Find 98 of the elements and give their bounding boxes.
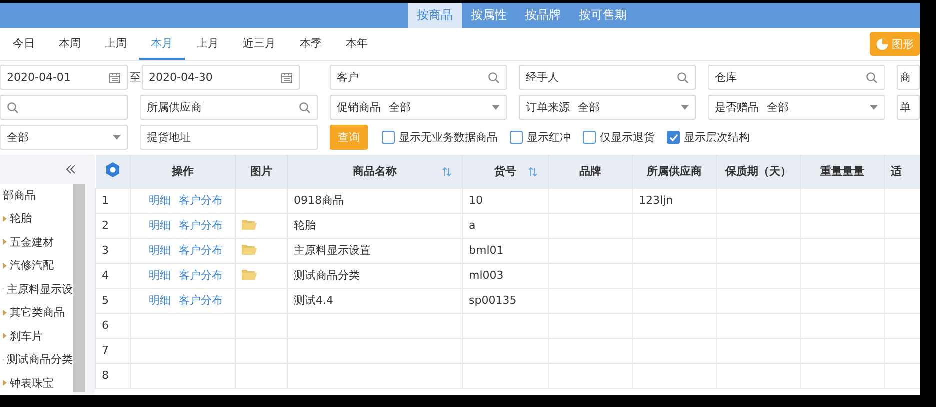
table-cell: 123ljn bbox=[632, 188, 716, 213]
action-link[interactable]: 明细 bbox=[149, 294, 171, 307]
period-tab[interactable]: 今日 bbox=[1, 28, 47, 60]
search-icon bbox=[866, 72, 878, 84]
column-header[interactable]: 适 bbox=[884, 155, 920, 188]
checkbox[interactable]: 仅显示退货 bbox=[583, 130, 655, 145]
column-header[interactable]: 货号 bbox=[462, 155, 548, 188]
tree-item[interactable]: 钟表珠宝 bbox=[10, 376, 54, 391]
checkbox[interactable]: 显示无业务数据商品 bbox=[382, 130, 498, 145]
row-number: 1 bbox=[96, 188, 130, 213]
dropdown-caret-icon bbox=[870, 105, 878, 110]
table-cell: 10 bbox=[462, 188, 548, 213]
table-cell: 测试4.4 bbox=[288, 288, 462, 313]
action-link[interactable]: 客户分布 bbox=[179, 194, 223, 207]
search-icon bbox=[7, 102, 19, 114]
row-number: 2 bbox=[96, 213, 130, 238]
sort-icon[interactable] bbox=[528, 167, 538, 177]
column-header[interactable]: 图片 bbox=[236, 155, 288, 188]
column-header[interactable]: 品牌 bbox=[548, 155, 632, 188]
checkbox-box[interactable] bbox=[382, 131, 395, 144]
pie-chart-icon bbox=[876, 38, 889, 50]
select-field[interactable]: 全部 bbox=[0, 125, 128, 150]
search-field[interactable]: 仓库 bbox=[708, 65, 885, 90]
select-field[interactable]: 是否赠品 全部 bbox=[708, 95, 885, 120]
range-separator: 至 bbox=[130, 70, 140, 85]
row-number: 8 bbox=[96, 363, 130, 388]
table-cell: 主原料显示设置 bbox=[288, 238, 462, 263]
action-link[interactable]: 明细 bbox=[149, 269, 171, 282]
action-link[interactable]: 明细 bbox=[149, 244, 171, 257]
search-icon bbox=[488, 72, 500, 84]
folder-icon bbox=[242, 218, 257, 230]
input-field[interactable]: 商 bbox=[897, 65, 920, 90]
column-header[interactable]: 所属供应商 bbox=[632, 155, 716, 188]
sort-icon[interactable] bbox=[442, 167, 452, 177]
folder-icon bbox=[242, 268, 257, 280]
settings-icon[interactable] bbox=[104, 162, 121, 178]
tree-item[interactable]: 刹车片 bbox=[10, 328, 43, 344]
table-cell: 0918商品 bbox=[288, 188, 462, 213]
checkbox[interactable]: 显示红冲 bbox=[510, 130, 571, 145]
tree-item[interactable]: 主原料显示设 bbox=[7, 282, 73, 297]
period-tab[interactable]: 本周 bbox=[47, 28, 93, 60]
table-cell: sp00135 bbox=[462, 288, 548, 313]
column-header[interactable]: 商品名称 bbox=[288, 155, 462, 188]
date-field[interactable]: 2020-04-30 bbox=[142, 65, 300, 90]
row-number: 5 bbox=[96, 288, 130, 313]
table-cell: 轮胎 bbox=[288, 213, 462, 238]
search-field[interactable]: 经手人 bbox=[519, 65, 696, 90]
table-cell: bml01 bbox=[462, 238, 548, 263]
search-field[interactable]: 所属供应商 bbox=[140, 95, 318, 120]
select-field[interactable]: 订单来源 全部 bbox=[519, 95, 696, 120]
checkbox-box[interactable] bbox=[583, 131, 596, 144]
dropdown-caret-icon bbox=[681, 105, 689, 110]
search-icon bbox=[677, 72, 689, 84]
row-number: 6 bbox=[96, 313, 130, 338]
tree-item[interactable]: 轮胎 bbox=[10, 211, 32, 226]
dropdown-caret-icon bbox=[113, 135, 121, 140]
search-field[interactable] bbox=[0, 95, 128, 120]
calendar-icon bbox=[109, 72, 121, 84]
checkbox-box[interactable] bbox=[667, 131, 680, 144]
column-header[interactable]: 保质期（天） bbox=[716, 155, 800, 188]
action-link[interactable]: 客户分布 bbox=[179, 269, 223, 282]
period-tab[interactable]: 本季 bbox=[288, 28, 334, 60]
tree-item[interactable]: 部商品 bbox=[0, 184, 36, 207]
tree-item[interactable]: 测试商品分类 bbox=[7, 352, 73, 368]
tree-item[interactable]: 五金建材 bbox=[10, 234, 54, 250]
action-link[interactable]: 明细 bbox=[149, 219, 171, 232]
period-tab[interactable]: 上月 bbox=[185, 28, 231, 60]
action-link[interactable]: 客户分布 bbox=[179, 294, 223, 307]
row-number: 4 bbox=[96, 263, 130, 288]
dropdown-caret-icon bbox=[492, 105, 500, 110]
row-number: 7 bbox=[96, 338, 130, 363]
tree-item[interactable]: 汽修汽配 bbox=[10, 258, 54, 274]
date-field[interactable]: 2020-04-01 bbox=[0, 65, 128, 90]
calendar-icon bbox=[281, 72, 293, 84]
checkbox-box[interactable] bbox=[510, 131, 523, 144]
table-cell: 测试商品分类 bbox=[288, 263, 462, 288]
period-tab[interactable]: 本年 bbox=[334, 28, 380, 60]
select-field[interactable]: 促销商品 全部 bbox=[330, 95, 507, 120]
folder-icon bbox=[242, 244, 257, 254]
table-cell: a bbox=[462, 213, 548, 238]
collapse-icon[interactable] bbox=[66, 164, 76, 174]
period-tab[interactable]: 近三月 bbox=[231, 28, 288, 60]
tree-item[interactable]: 其它类商品 bbox=[10, 305, 65, 320]
period-tab[interactable]: 上周 bbox=[93, 28, 139, 60]
scrollbar[interactable] bbox=[73, 184, 85, 392]
search-field[interactable]: 客户 bbox=[330, 65, 507, 90]
period-tab[interactable]: 本月 bbox=[139, 28, 185, 60]
action-link[interactable]: 明细 bbox=[149, 194, 171, 207]
action-link[interactable]: 客户分布 bbox=[179, 219, 223, 232]
input-field[interactable]: 单 bbox=[897, 95, 920, 120]
column-header[interactable]: 操作 bbox=[130, 155, 236, 188]
action-link[interactable]: 客户分布 bbox=[179, 244, 223, 257]
column-header[interactable]: 重量量量 bbox=[800, 155, 884, 188]
table-cell: ml003 bbox=[462, 263, 548, 288]
row-number: 3 bbox=[96, 238, 130, 263]
input-field[interactable]: 提货地址 bbox=[140, 125, 318, 150]
search-icon bbox=[299, 102, 311, 114]
checkbox[interactable]: 显示层次结构 bbox=[667, 130, 750, 145]
